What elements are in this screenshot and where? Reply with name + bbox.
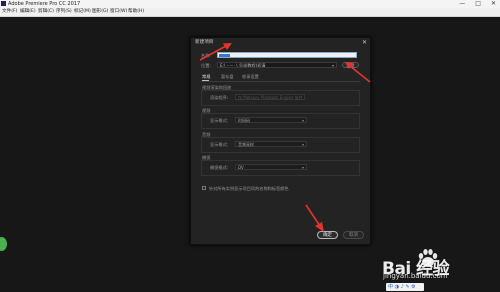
premiere-logo-icon (1, 1, 6, 6)
capture-group: 捕捉格式: DV ▾ (201, 160, 360, 176)
show-item-names-checkbox[interactable] (202, 186, 206, 190)
video-group: 显示格式: 时间码 ▾ (201, 113, 360, 129)
watermark-url: jingyan.baidu.com (383, 272, 448, 280)
renderer-select[interactable]: 仅 Mercury Playback Engine 软件 (235, 94, 305, 100)
menu-window[interactable]: 窗口(W) (110, 8, 127, 16)
arrow-to-browse-icon (345, 62, 371, 83)
location-label: 位置: (201, 63, 211, 68)
audio-format-select[interactable]: 音频采样 ▾ (235, 141, 307, 147)
menu-help[interactable]: 帮助(H) (128, 8, 144, 16)
arrow-to-name-icon (199, 43, 232, 61)
location-value: E:\ ······ \ 号说教程(初清 (220, 63, 266, 68)
menu-clip[interactable]: 剪辑(C) (38, 8, 54, 16)
video-format-label: 显示格式: (210, 118, 229, 123)
checkbox-label: 针对所有实例显示项目项的名称和标签颜色 (209, 185, 289, 191)
tab-ingest-settings[interactable]: 收录设置 (242, 74, 259, 80)
location-select[interactable]: E:\ ······ \ 号说教程(初清 ▾ (217, 62, 337, 68)
capture-format-select[interactable]: DV ▾ (235, 164, 307, 170)
capture-format-label: 捕捉格式: (210, 165, 229, 170)
audio-group: 显示格式: 音频采样 ▾ (201, 137, 360, 153)
project-name-input[interactable] (217, 52, 357, 58)
chevron-down-icon: ▾ (331, 63, 334, 68)
close-icon[interactable]: ✕ (362, 38, 367, 47)
minimize-button[interactable]: — (459, 0, 465, 8)
ime-toolbar[interactable]: 中 ◑ ♪ ✎ ⚙ (386, 283, 424, 291)
tab-divider (201, 81, 360, 82)
app-title: Adobe Premiere Pro CC 2017 (8, 1, 81, 7)
arrow-to-ok-icon (305, 204, 324, 232)
chevron-down-icon: ▾ (301, 118, 304, 123)
audio-format-label: 显示格式: (210, 142, 229, 147)
menu-sequence[interactable]: 序列(S) (56, 8, 72, 16)
window-controls: — □ ✕ (459, 0, 496, 8)
cancel-button[interactable]: 取消 (343, 231, 364, 239)
menu-file[interactable]: 文件(F) (2, 8, 17, 16)
tab-scratch-disks[interactable]: 暂存盘 (221, 74, 234, 80)
video-format-select[interactable]: 时间码 ▾ (235, 117, 307, 123)
chevron-down-icon: ▾ (301, 165, 304, 170)
renderer-group: 渲染程序: 仅 Mercury Playback Engine 软件 (201, 90, 360, 106)
window-titlebar: Adobe Premiere Pro CC 2017 — □ ✕ (0, 0, 500, 8)
maximize-button[interactable]: □ (475, 0, 481, 8)
chevron-down-icon: ▾ (301, 142, 304, 147)
menu-edit[interactable]: 编辑(E) (20, 8, 36, 16)
menubar: 文件(F) 编辑(E) 剪辑(C) 序列(S) 标记(M) 图形(G) 窗口(W… (0, 8, 500, 17)
menu-marker[interactable]: 标记(M) (74, 8, 91, 16)
menu-graphics[interactable]: 图形(G) (92, 8, 108, 16)
close-window-button[interactable]: ✕ (491, 0, 496, 8)
renderer-label: 渲染程序: (210, 95, 229, 100)
